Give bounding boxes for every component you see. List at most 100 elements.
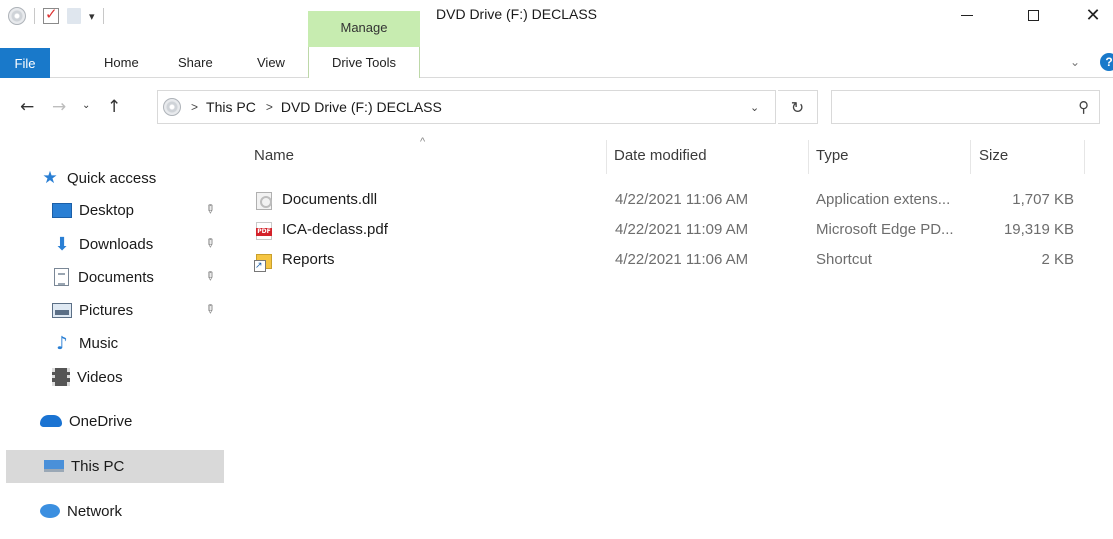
minimize-button[interactable]: [944, 0, 990, 30]
address-bar[interactable]: > This PC > DVD Drive (F:) DECLASS: [157, 90, 776, 124]
onedrive-icon: [40, 415, 62, 427]
sidebar-item-label: Music: [79, 334, 119, 352]
recent-locations-icon[interactable]: ⌄: [82, 100, 90, 111]
file-date-modified: 4/22/2021 11:06 AM: [615, 191, 749, 208]
search-icon[interactable]: ⚲: [1078, 98, 1089, 116]
sidebar-item-label: Desktop: [79, 201, 135, 219]
expand-ribbon-icon[interactable]: ⌄: [1070, 55, 1080, 69]
column-header-date-modified[interactable]: Date modified: [614, 147, 707, 164]
star-icon: ★: [42, 167, 58, 188]
downloads-icon: ⬇: [54, 233, 70, 255]
sidebar-item-label: Documents: [78, 268, 154, 286]
quick-access-toolbar: ▾: [8, 5, 104, 27]
search-input[interactable]: [832, 91, 1062, 123]
tab-file[interactable]: File: [0, 48, 50, 78]
dvd-drive-icon[interactable]: [8, 7, 26, 25]
sidebar-item-label: This PC: [71, 457, 125, 475]
manage-contextual-tab[interactable]: Manage: [308, 11, 420, 48]
file-type: Application extens...: [816, 191, 951, 208]
breadcrumb-separator-icon[interactable]: >: [191, 100, 198, 114]
sidebar-item-label: OneDrive: [69, 412, 133, 430]
navigation-pane: ★ Quick access Desktop ✎ ⬇ Downloads ✎ D…: [0, 134, 236, 539]
sidebar-item-onedrive[interactable]: OneDrive: [40, 405, 132, 437]
maximize-button[interactable]: [1010, 0, 1056, 30]
pin-icon[interactable]: ✎: [202, 234, 219, 251]
sidebar-item-downloads[interactable]: ⬇ Downloads: [52, 228, 153, 260]
desktop-icon: [52, 202, 72, 218]
customize-qat-icon[interactable]: ▾: [89, 10, 95, 23]
tab-view[interactable]: View: [257, 55, 285, 70]
help-icon[interactable]: ?: [1100, 53, 1113, 71]
tab-share[interactable]: Share: [178, 55, 213, 70]
pin-icon[interactable]: ✎: [202, 200, 219, 217]
sidebar-item-label: Pictures: [79, 301, 134, 319]
file-date-modified: 4/22/2021 11:09 AM: [615, 221, 749, 238]
minimize-icon: [961, 14, 973, 16]
navigation-bar: ← → ⌄ ↑ > This PC > DVD Drive (F:) DECLA…: [0, 78, 1113, 134]
sidebar-item-label: Videos: [77, 368, 123, 386]
address-dropdown-icon[interactable]: ⌄: [750, 101, 759, 114]
refresh-button[interactable]: ↻: [778, 90, 818, 124]
breadcrumb-separator-icon[interactable]: >: [266, 100, 273, 114]
column-header-size[interactable]: Size: [979, 147, 1008, 164]
qat-divider: [34, 8, 35, 24]
back-arrow-icon[interactable]: ←: [20, 97, 34, 117]
sidebar-item-label: Network: [67, 502, 123, 520]
tab-drive-tools[interactable]: Drive Tools: [308, 47, 420, 78]
new-folder-icon[interactable]: [67, 8, 81, 24]
shortcut-folder-icon: [254, 254, 272, 272]
sidebar-item-network[interactable]: Network: [40, 495, 122, 527]
sidebar-item-desktop[interactable]: Desktop: [52, 194, 134, 226]
this-pc-icon: [44, 460, 64, 472]
file-size: 2 KB: [1041, 251, 1074, 268]
column-header-type[interactable]: Type: [816, 147, 849, 164]
pin-icon[interactable]: ✎: [202, 267, 219, 284]
up-arrow-icon[interactable]: ↑: [107, 97, 121, 117]
column-divider[interactable]: [808, 140, 809, 174]
file-size: 19,319 KB: [1003, 221, 1074, 238]
sidebar-item-videos[interactable]: Videos: [52, 361, 123, 393]
column-header-name[interactable]: Name: [254, 147, 294, 164]
ribbon-tab-bar: File Home Share View Drive Tools ⌄ ?: [0, 47, 1113, 78]
sidebar-item-this-pc[interactable]: This PC: [44, 450, 124, 482]
file-name: Reports: [282, 251, 335, 268]
close-button[interactable]: ✕: [1070, 0, 1113, 30]
sidebar-item-label: Quick access: [67, 169, 157, 187]
breadcrumb-this-pc[interactable]: This PC: [206, 99, 256, 115]
maximize-icon: [1027, 9, 1039, 21]
sidebar-item-label: Downloads: [79, 235, 154, 253]
tab-home[interactable]: Home: [104, 55, 139, 70]
forward-arrow-icon[interactable]: →: [52, 97, 66, 117]
dvd-drive-icon: [163, 98, 181, 116]
close-icon: ✕: [1085, 4, 1101, 26]
table-row[interactable]: ICA-declass.pdf 4/22/2021 11:09 AM Micro…: [238, 215, 1084, 245]
file-size: 1,707 KB: [1012, 191, 1074, 208]
dll-file-icon: [256, 192, 272, 210]
sidebar-item-pictures[interactable]: Pictures: [52, 294, 133, 326]
table-row[interactable]: Documents.dll 4/22/2021 11:06 AM Applica…: [238, 185, 1084, 215]
qat-divider: [102, 8, 104, 24]
file-list: ^ Name Date modified Type Size Documents…: [238, 134, 1113, 539]
properties-icon[interactable]: [43, 5, 59, 24]
file-type: Microsoft Edge PD...: [816, 221, 954, 238]
file-type: Shortcut: [816, 251, 872, 268]
title-bar: ▾ Manage DVD Drive (F:) DECLASS ✕: [0, 0, 1113, 48]
sidebar-item-documents[interactable]: Documents: [52, 261, 154, 293]
sidebar-item-quick-access[interactable]: ★ Quick access: [40, 162, 156, 194]
sidebar-item-music[interactable]: ♪ Music: [52, 327, 118, 359]
sort-ascending-icon: ^: [420, 136, 426, 148]
column-divider[interactable]: [606, 140, 607, 174]
table-row[interactable]: Reports 4/22/2021 11:06 AM Shortcut 2 KB: [238, 245, 1084, 275]
file-name: Documents.dll: [282, 191, 378, 208]
network-icon: [40, 504, 60, 518]
refresh-icon: ↻: [790, 97, 805, 117]
file-name: ICA-declass.pdf: [282, 221, 388, 238]
pictures-icon: [52, 302, 72, 318]
column-divider[interactable]: [970, 140, 971, 174]
breadcrumb-dvd-drive[interactable]: DVD Drive (F:) DECLASS: [281, 99, 442, 115]
search-box[interactable]: ⚲: [831, 90, 1100, 124]
pdf-file-icon: [256, 222, 272, 240]
documents-icon: [54, 268, 69, 286]
pin-icon[interactable]: ✎: [202, 300, 219, 317]
column-divider[interactable]: [1084, 140, 1085, 174]
